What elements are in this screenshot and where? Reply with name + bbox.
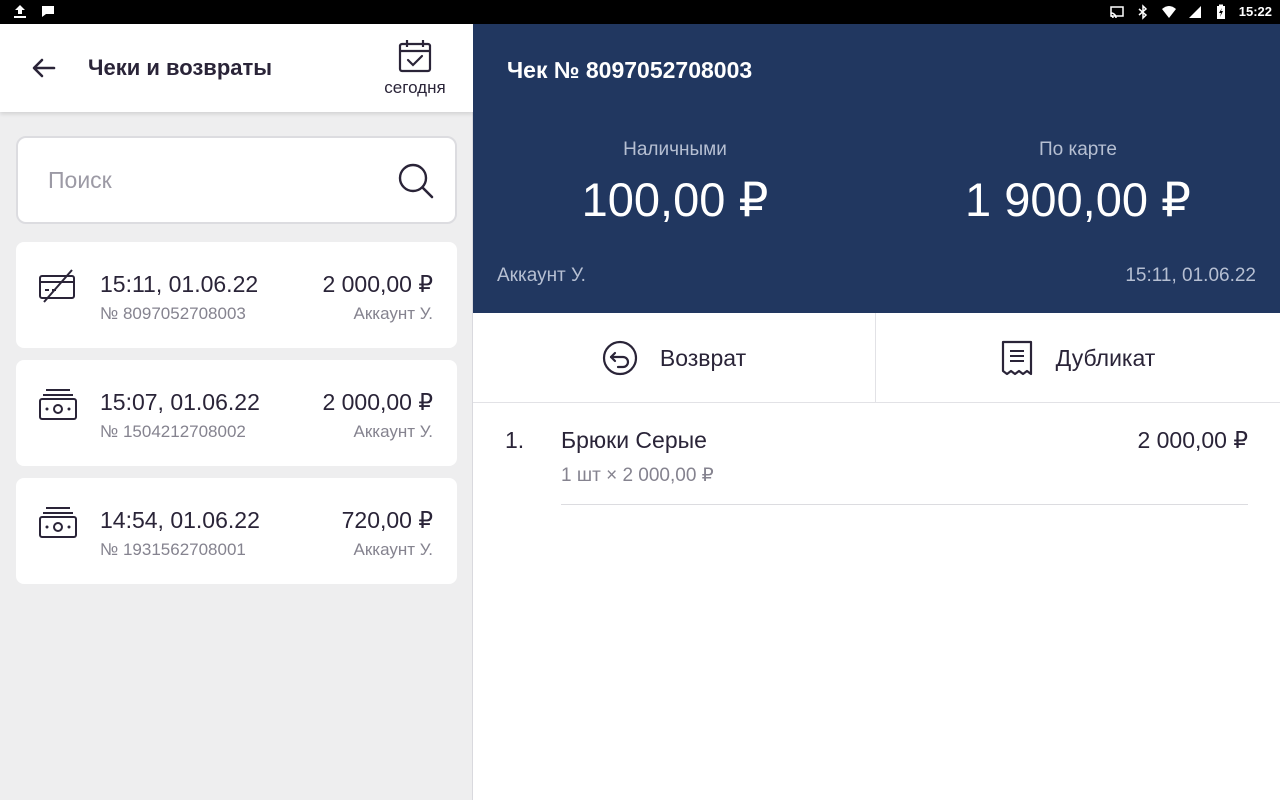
status-bar-left [12, 3, 56, 19]
date-filter-label: сегодня [384, 78, 446, 97]
card-label: По карте [1038, 139, 1117, 160]
receipt-account: Аккаунт У. [353, 422, 433, 441]
item-name: Брюки Серые [561, 427, 707, 453]
receipt-actions: Возврат Дубликат [473, 313, 1280, 403]
receipt-amount: 2 000,00 ₽ [322, 271, 433, 297]
cash-value: 100,00 ₽ [581, 173, 769, 226]
cast-icon [1110, 6, 1124, 19]
receipts-header: Чеки и возвраты сегодня [0, 24, 473, 112]
item-quantity: 1 шт × 2 000,00 ₽ [561, 465, 714, 486]
item-price: 2 000,00 ₽ [1137, 427, 1248, 453]
item-index: 1. [505, 427, 525, 453]
signal-icon [1188, 6, 1201, 18]
page-title: Чеки и возвраты [88, 55, 273, 80]
card-payment-icon [39, 269, 75, 303]
receipt-time: 14:54, 01.06.22 [100, 507, 260, 533]
receipt-list-item[interactable]: 15:11, 01.06.22 № 8097052708003 2 000,00… [16, 242, 457, 348]
receipt-detail-header: Чек № 8097052708003 Наличными 100,00 ₽ П… [473, 24, 1280, 313]
receipt-account: Аккаунт У. [353, 304, 433, 323]
receipt-title: Чек № 8097052708003 [507, 57, 753, 83]
receipt-amount: 2 000,00 ₽ [322, 389, 433, 415]
receipt-time: 15:07, 01.06.22 [100, 389, 260, 415]
clock: 15:22 [1238, 4, 1272, 19]
receipt-number: № 1504212708002 [100, 422, 246, 441]
receipts-panel: Чеки и возвраты сегодня Поиск 15:11, 01.… [0, 24, 473, 800]
card-value: 1 900,00 ₽ [965, 173, 1191, 226]
receipt-detail-panel: Чек № 8097052708003 Наличными 100,00 ₽ П… [473, 24, 1280, 800]
search-input[interactable] [48, 160, 388, 200]
battery-icon [1216, 4, 1225, 19]
upload-icon [14, 5, 26, 18]
cash-payment-summary: Наличными 100,00 ₽ [473, 138, 877, 228]
back-button[interactable] [26, 50, 62, 86]
cash-payment-icon [39, 389, 77, 420]
cash-payment-icon [39, 507, 77, 538]
refund-button[interactable]: Возврат [473, 313, 876, 403]
bluetooth-icon [1138, 4, 1147, 20]
receipt-icon [1001, 340, 1032, 376]
cashier-name: Аккаунт У. [497, 265, 586, 286]
status-bar: 15:22 [0, 0, 1280, 24]
receipt-line-item: 1. Брюки Серые 2 000,00 ₽ 1 шт × 2 000,0… [473, 404, 1280, 506]
message-icon [42, 6, 54, 17]
receipt-time: 15:11, 01.06.22 [100, 271, 259, 297]
receipt-list-item[interactable]: 14:54, 01.06.22 № 1931562708001 720,00 ₽… [16, 478, 457, 584]
search-icon[interactable] [397, 162, 435, 200]
search-box [16, 136, 457, 224]
card-payment-summary: По карте 1 900,00 ₽ [876, 138, 1280, 228]
receipt-list-item[interactable]: 15:07, 01.06.22 № 1504212708002 2 000,00… [16, 360, 457, 466]
date-filter-button[interactable]: сегодня [380, 38, 450, 100]
receipt-number: № 8097052708003 [100, 304, 246, 323]
duplicate-label: Дубликат [1055, 344, 1156, 371]
arrow-left-icon [32, 58, 56, 78]
calendar-check-icon [398, 40, 432, 73]
cash-label: Наличными [623, 139, 727, 160]
wifi-icon [1161, 6, 1176, 18]
receipt-account: Аккаунт У. [353, 540, 433, 559]
divider [561, 504, 1248, 505]
receipt-amount: 720,00 ₽ [341, 507, 433, 533]
app-root: 15:22 Чеки и возвраты сегодня Поиск 15:1… [0, 0, 1280, 800]
refund-label: Возврат [659, 344, 747, 371]
receipt-number: № 1931562708001 [100, 540, 246, 559]
status-bar-right: 15:22 [1109, 3, 1272, 21]
duplicate-button[interactable]: Дубликат [876, 313, 1279, 403]
receipt-datetime: 15:11, 01.06.22 [1125, 265, 1256, 286]
refund-icon [602, 340, 637, 376]
